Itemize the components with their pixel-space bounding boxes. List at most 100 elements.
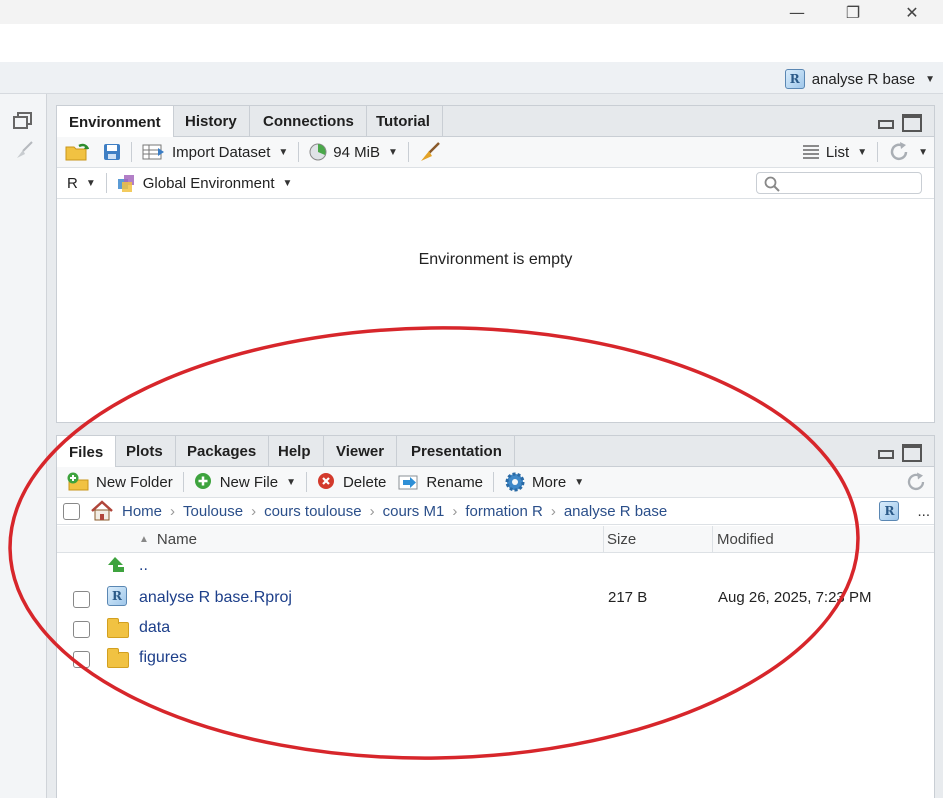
more-path-button[interactable]: ... xyxy=(917,503,930,520)
tab-plots[interactable]: Plots xyxy=(114,436,176,467)
table-row[interactable]: data xyxy=(57,614,934,644)
delete-icon xyxy=(317,473,334,489)
minimize-pane-icon[interactable] xyxy=(876,444,896,460)
r-project-icon: R xyxy=(107,586,127,606)
collapsed-left-pane xyxy=(0,94,47,798)
load-workspace-button[interactable] xyxy=(57,137,97,168)
minimize-pane-icon[interactable] xyxy=(876,114,896,130)
chevron-down-icon: ▼ xyxy=(918,146,928,158)
environment-cubes-icon xyxy=(117,175,134,192)
maximize-pane-icon[interactable] xyxy=(902,114,922,132)
folder-icon xyxy=(107,618,129,638)
row-checkbox[interactable] xyxy=(73,591,90,608)
file-modified: Aug 26, 2025, 7:23 PM xyxy=(718,589,872,606)
restore-button[interactable]: ❐ xyxy=(830,0,876,24)
table-import-icon xyxy=(142,144,164,160)
broom-icon xyxy=(420,142,440,161)
table-row[interactable]: R analyse R base.Rproj 217 B Aug 26, 202… xyxy=(57,584,934,614)
environment-selector[interactable]: Global Environment ▼ xyxy=(111,168,299,199)
gear-icon xyxy=(505,472,525,492)
broom-icon[interactable] xyxy=(14,140,34,160)
environment-search-input[interactable] xyxy=(756,172,922,194)
tab-viewer[interactable]: Viewer xyxy=(324,436,398,467)
tab-packages[interactable]: Packages xyxy=(175,436,270,467)
menu-bar xyxy=(0,24,943,62)
chevron-down-icon: ▼ xyxy=(278,146,289,158)
refresh-files-button[interactable] xyxy=(900,467,934,498)
import-dataset-button[interactable]: Import Dataset ▼ xyxy=(136,137,294,168)
project-name: analyse R base xyxy=(811,70,916,88)
breadcrumb-analyse-r-base[interactable]: analyse R base xyxy=(564,503,667,520)
memory-usage-button[interactable]: 94 MiB ▼ xyxy=(303,137,404,168)
project-selector[interactable]: R analyse R base ▼ xyxy=(784,68,935,90)
sort-ascending-icon: ▲ xyxy=(139,534,149,545)
tab-files[interactable]: Files xyxy=(57,436,117,468)
tab-connections[interactable]: Connections xyxy=(251,106,367,137)
save-workspace-button[interactable] xyxy=(97,137,127,168)
column-name[interactable]: ▲ Name xyxy=(139,526,197,553)
breadcrumb-separator: › xyxy=(170,502,176,520)
home-icon[interactable] xyxy=(90,500,114,522)
row-checkbox[interactable] xyxy=(73,651,90,668)
tab-environment[interactable]: Environment xyxy=(57,106,174,138)
r-project-icon: R xyxy=(784,69,805,89)
environment-empty-message: Environment is empty xyxy=(418,251,573,268)
column-size[interactable]: Size xyxy=(607,526,636,553)
breadcrumb-separator: › xyxy=(251,502,257,520)
row-checkbox[interactable] xyxy=(73,621,90,638)
breadcrumb-cours-toulouse[interactable]: cours toulouse xyxy=(264,503,362,520)
file-name-link[interactable]: analyse R base.Rproj xyxy=(139,589,292,607)
language-selector[interactable]: R ▼ xyxy=(57,168,102,199)
folder-icon xyxy=(107,648,129,668)
parent-directory-link[interactable]: .. xyxy=(139,557,148,575)
tab-presentation[interactable]: Presentation xyxy=(399,436,515,467)
chevron-down-icon: ▼ xyxy=(286,476,296,488)
open-folder-icon xyxy=(65,143,90,161)
files-pane: Files Plots Packages Help Viewer Present… xyxy=(56,435,935,798)
close-button[interactable]: ✕ xyxy=(889,0,935,24)
view-mode-selector[interactable]: List ▼ xyxy=(796,137,873,168)
restore-pane-icon[interactable] xyxy=(13,112,33,130)
refresh-icon xyxy=(907,472,925,491)
table-row[interactable]: figures xyxy=(57,644,934,674)
tab-help[interactable]: Help xyxy=(266,436,324,467)
file-table-header: ▲ Name Size Modified xyxy=(57,526,934,553)
chevron-down-icon: ▼ xyxy=(85,177,96,189)
new-folder-button[interactable]: New Folder xyxy=(57,467,179,498)
select-all-checkbox[interactable] xyxy=(63,502,80,520)
window-title-bar: — ❐ ✕ xyxy=(0,0,943,24)
breadcrumb-cours-m1[interactable]: cours M1 xyxy=(383,503,445,520)
memory-pie-icon xyxy=(309,143,327,161)
environment-toolbar: Import Dataset ▼ 94 MiB ▼ List ▼ ▼ xyxy=(57,137,934,168)
table-row-parent[interactable]: .. xyxy=(57,554,934,584)
save-icon xyxy=(104,144,120,160)
rename-icon xyxy=(398,475,418,490)
files-tabs: Files Plots Packages Help Viewer Present… xyxy=(57,436,934,468)
file-size: 217 B xyxy=(608,589,648,606)
chevron-down-icon: ▼ xyxy=(925,73,935,85)
breadcrumb-toulouse[interactable]: Toulouse xyxy=(183,503,243,520)
rename-button[interactable]: Rename xyxy=(392,467,489,498)
chevron-down-icon: ▼ xyxy=(857,146,868,158)
breadcrumb-formation-r[interactable]: formation R xyxy=(465,503,543,520)
refresh-environment-button[interactable]: ▼ xyxy=(882,137,934,168)
refresh-icon xyxy=(890,142,908,161)
up-arrow-icon xyxy=(108,557,124,572)
more-button[interactable]: More ▼ xyxy=(498,467,590,498)
file-name-link[interactable]: figures xyxy=(139,649,187,667)
tab-history[interactable]: History xyxy=(173,106,250,137)
chevron-down-icon: ▼ xyxy=(574,476,585,488)
new-file-button[interactable]: New File ▼ xyxy=(188,467,302,498)
tab-tutorial[interactable]: Tutorial xyxy=(364,106,443,137)
column-modified[interactable]: Modified xyxy=(717,526,774,553)
breadcrumb: Home › Toulouse › cours toulouse › cours… xyxy=(57,498,934,525)
delete-button[interactable]: Delete xyxy=(311,467,392,498)
clear-workspace-button[interactable] xyxy=(413,137,447,168)
environment-selector-row: R ▼ Global Environment ▼ xyxy=(57,168,934,199)
file-name-link[interactable]: data xyxy=(139,619,170,637)
minimize-button[interactable]: — xyxy=(774,0,820,24)
breadcrumb-home[interactable]: Home xyxy=(122,503,162,520)
chevron-down-icon: ▼ xyxy=(387,146,398,158)
maximize-pane-icon[interactable] xyxy=(902,444,922,462)
go-to-project-icon[interactable]: R xyxy=(879,501,900,521)
